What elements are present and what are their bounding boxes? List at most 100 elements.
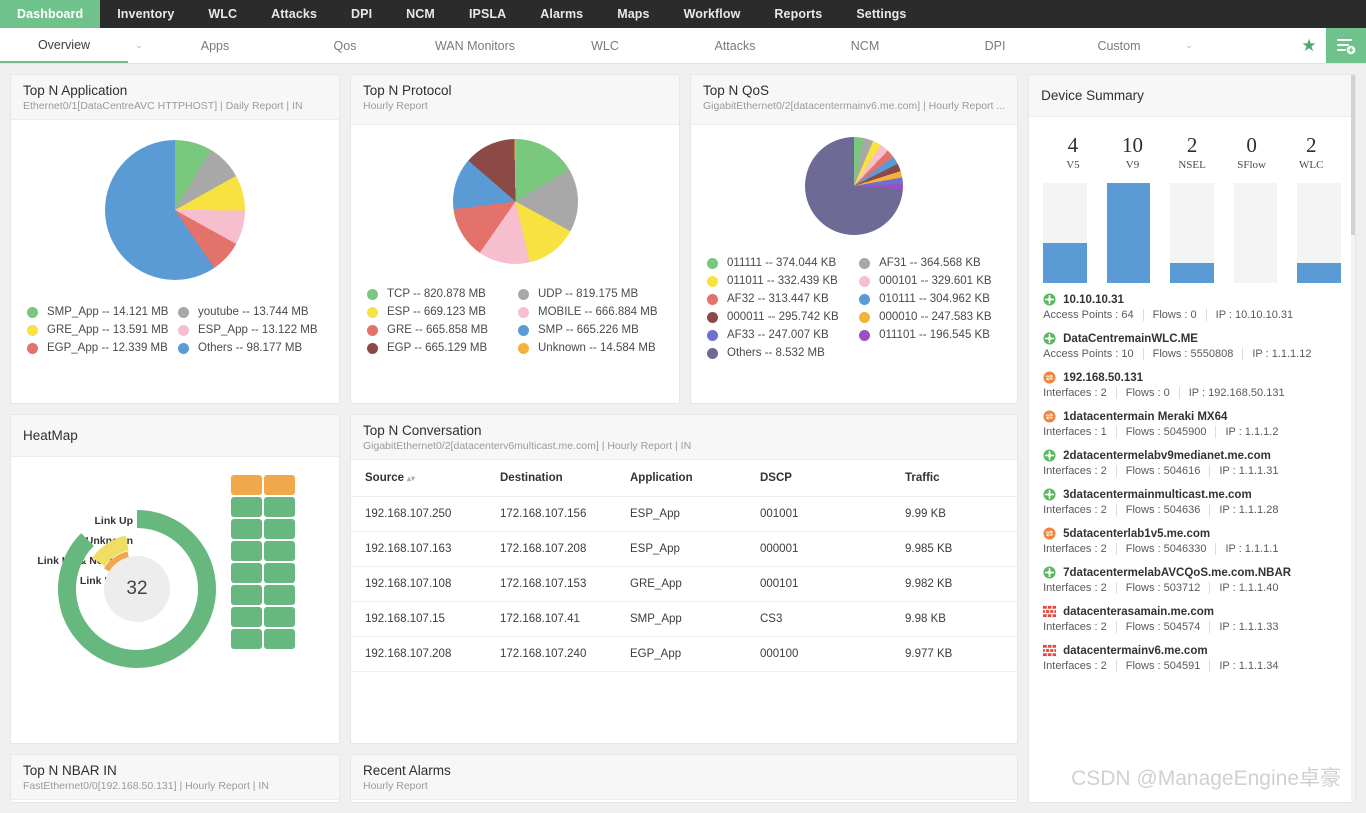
- legend-item[interactable]: Others -- 8.532 MB: [707, 347, 849, 359]
- topnav-item-alarms[interactable]: Alarms: [523, 0, 600, 28]
- device-name[interactable]: 192.168.50.131: [1063, 372, 1143, 384]
- heatmap-cell[interactable]: [231, 541, 262, 561]
- device-bar-wlc[interactable]: [1297, 183, 1342, 283]
- legend-item[interactable]: Unknown -- 14.584 MB: [518, 342, 663, 354]
- device-bar-v9[interactable]: [1106, 183, 1151, 283]
- topnav-item-workflow[interactable]: Workflow: [667, 0, 758, 28]
- subnav-item-dpi[interactable]: DPI: [930, 28, 1060, 63]
- subnav-item-qos[interactable]: Qos: [280, 28, 410, 63]
- subnav-item-attacks[interactable]: Attacks: [670, 28, 800, 63]
- table-column-header-traffic[interactable]: Traffic: [891, 460, 1018, 497]
- legend-item[interactable]: 010111 -- 304.962 KB: [859, 293, 1001, 305]
- legend-item[interactable]: 000011 -- 295.742 KB: [707, 311, 849, 323]
- heatmap-cell[interactable]: [264, 585, 295, 605]
- card-top-n-nbar-in[interactable]: Top N NBAR IN FastEthernet0/0[192.168.50…: [10, 754, 340, 803]
- legend-item[interactable]: 000010 -- 247.583 KB: [859, 311, 1001, 323]
- legend-item[interactable]: Others -- 98.177 MB: [178, 342, 323, 354]
- heatmap-cell[interactable]: [231, 519, 262, 539]
- subnav-item-overview[interactable]: Overview: [0, 28, 128, 63]
- device-name[interactable]: 3datacentermainmulticast.me.com: [1063, 489, 1252, 501]
- topnav-item-inventory[interactable]: Inventory: [100, 0, 191, 28]
- device-stat-sflow[interactable]: 0 SFlow: [1222, 133, 1282, 171]
- pie-chart-qos[interactable]: [805, 137, 904, 235]
- card-top-n-conversation[interactable]: Top N Conversation GigabitEthernet0/2[da…: [350, 414, 1019, 744]
- device-list-item[interactable]: 7datacentermelabAVCQoS.me.com.NBAR Interf…: [1043, 566, 1341, 594]
- subnav-item-apps[interactable]: Apps: [150, 28, 280, 63]
- device-list-item[interactable]: datacenterasamain.me.com Interfaces : 2 Fl…: [1043, 605, 1341, 633]
- device-list-item[interactable]: 2datacentermelabv9medianet.me.com Interfa…: [1043, 449, 1341, 477]
- device-list-item[interactable]: DataCentremainWLC.ME Access Points : 10 Fl…: [1043, 332, 1341, 360]
- table-column-header-dscp[interactable]: DSCP: [746, 460, 891, 497]
- device-stat-v5[interactable]: 4 V5: [1043, 133, 1103, 171]
- legend-item[interactable]: AF33 -- 247.007 KB: [707, 329, 849, 341]
- scrollbar-thumb[interactable]: [1351, 75, 1355, 235]
- card-recent-alarms[interactable]: Recent Alarms Hourly Report: [350, 754, 1019, 803]
- legend-item[interactable]: 000101 -- 329.601 KB: [859, 275, 1001, 287]
- table-row[interactable]: 192.168.107.108 172.168.107.153 GRE_App 000…: [351, 566, 1018, 602]
- heatmap-cell[interactable]: [231, 585, 262, 605]
- table-column-header-application[interactable]: Application: [616, 460, 746, 497]
- device-name[interactable]: DataCentremainWLC.ME: [1063, 333, 1198, 345]
- legend-item[interactable]: youtube -- 13.744 MB: [178, 306, 323, 318]
- card-top-n-application[interactable]: Top N Application Ethernet0/1[DataCentre…: [10, 74, 340, 404]
- legend-item[interactable]: 011101 -- 196.545 KB: [859, 329, 1001, 341]
- card-device-summary[interactable]: Device Summary 4 V5 10 V9 2 NSEL 0 SFlow 2 WLC 10…: [1028, 74, 1356, 803]
- table-row[interactable]: 192.168.107.163 172.168.107.208 ESP_App 000…: [351, 531, 1018, 567]
- device-name[interactable]: datacentermainv6.me.com: [1063, 645, 1207, 657]
- pie-chart-protocol[interactable]: [452, 139, 578, 264]
- topnav-item-dashboard[interactable]: Dashboard: [0, 0, 101, 28]
- device-stat-nsel[interactable]: 2 NSEL: [1162, 133, 1222, 171]
- heatmap-cell[interactable]: [231, 497, 262, 517]
- heatmap-cell[interactable]: [231, 629, 262, 649]
- heatmap-cell[interactable]: [264, 607, 295, 627]
- topnav-item-settings[interactable]: Settings: [839, 0, 923, 28]
- heatmap-cell[interactable]: [231, 607, 262, 627]
- table-column-header-destination[interactable]: Destination: [486, 460, 616, 497]
- legend-item[interactable]: GRE -- 665.858 MB: [367, 324, 512, 336]
- favorite-star-icon[interactable]: ★: [1292, 28, 1326, 63]
- topnav-item-maps[interactable]: Maps: [600, 0, 666, 28]
- subnav-item-custom[interactable]: Custom: [1060, 28, 1178, 63]
- legend-item[interactable]: 011011 -- 332.439 KB: [707, 275, 849, 287]
- device-list-scrollbar[interactable]: [1351, 75, 1355, 802]
- legend-item[interactable]: 011111 -- 374.044 KB: [707, 257, 849, 269]
- table-row[interactable]: 192.168.107.250 172.168.107.156 ESP_App 001…: [351, 496, 1018, 532]
- device-bar-sflow[interactable]: [1233, 183, 1278, 283]
- card-heatmap[interactable]: HeatMap Link Up Unknown Link Up & NoFlows L…: [10, 414, 340, 744]
- topnav-item-ipsla[interactable]: IPSLA: [452, 0, 523, 28]
- legend-item[interactable]: ESP_App -- 13.122 MB: [178, 324, 323, 336]
- heatmap-cell[interactable]: [264, 563, 295, 583]
- topnav-item-ncm[interactable]: NCM: [389, 0, 452, 28]
- card-top-n-qos[interactable]: Top N QoS GigabitEthernet0/2[datacenterm…: [690, 74, 1019, 404]
- legend-item[interactable]: SMP -- 665.226 MB: [518, 324, 663, 336]
- table-column-header-source[interactable]: Source ▴▾: [351, 460, 486, 497]
- heatmap-cell[interactable]: [264, 497, 295, 517]
- topnav-item-dpi[interactable]: DPI: [334, 0, 389, 28]
- legend-item[interactable]: ESP -- 669.123 MB: [367, 306, 512, 318]
- table-row[interactable]: 192.168.107.15 172.168.107.41 SMP_App CS3 9.…: [351, 601, 1018, 637]
- device-list-item[interactable]: 192.168.50.131 Interfaces : 2 Flows : 0 IP …: [1043, 371, 1341, 399]
- device-bar-nsel[interactable]: [1170, 183, 1214, 283]
- device-stat-v9[interactable]: 10 V9: [1103, 133, 1163, 171]
- topnav-item-attacks[interactable]: Attacks: [254, 0, 334, 28]
- chevron-down-icon[interactable]: ⌄: [1178, 28, 1200, 63]
- device-name[interactable]: 1datacentermain Meraki MX64: [1063, 411, 1227, 423]
- subnav-item-wan-monitors[interactable]: WAN Monitors: [410, 28, 540, 63]
- legend-item[interactable]: TCP -- 820.878 MB: [367, 288, 512, 300]
- table-row[interactable]: 192.168.107.208 172.168.107.240 EGP_App 000…: [351, 636, 1018, 672]
- legend-item[interactable]: AF31 -- 364.568 KB: [859, 257, 1001, 269]
- subnav-item-ncm[interactable]: NCM: [800, 28, 930, 63]
- add-widget-button[interactable]: [1326, 28, 1366, 63]
- chevron-down-icon[interactable]: ⌄: [128, 28, 150, 63]
- topnav-item-reports[interactable]: Reports: [757, 0, 839, 28]
- subnav-item-wlc[interactable]: WLC: [540, 28, 670, 63]
- device-name[interactable]: 2datacentermelabv9medianet.me.com: [1063, 450, 1271, 462]
- legend-item[interactable]: EGP -- 665.129 MB: [367, 342, 512, 354]
- device-stat-wlc[interactable]: 2 WLC: [1281, 133, 1341, 171]
- legend-item[interactable]: UDP -- 819.175 MB: [518, 288, 663, 300]
- card-top-n-protocol[interactable]: Top N Protocol Hourly Report TCP -- 820.…: [350, 74, 680, 404]
- device-list-item[interactable]: 1datacentermain Meraki MX64 Interfaces : …: [1043, 410, 1341, 438]
- heatmap-cell[interactable]: [264, 519, 295, 539]
- topnav-item-wlc[interactable]: WLC: [191, 0, 254, 28]
- sort-arrow-icon[interactable]: ▴▾: [407, 474, 415, 483]
